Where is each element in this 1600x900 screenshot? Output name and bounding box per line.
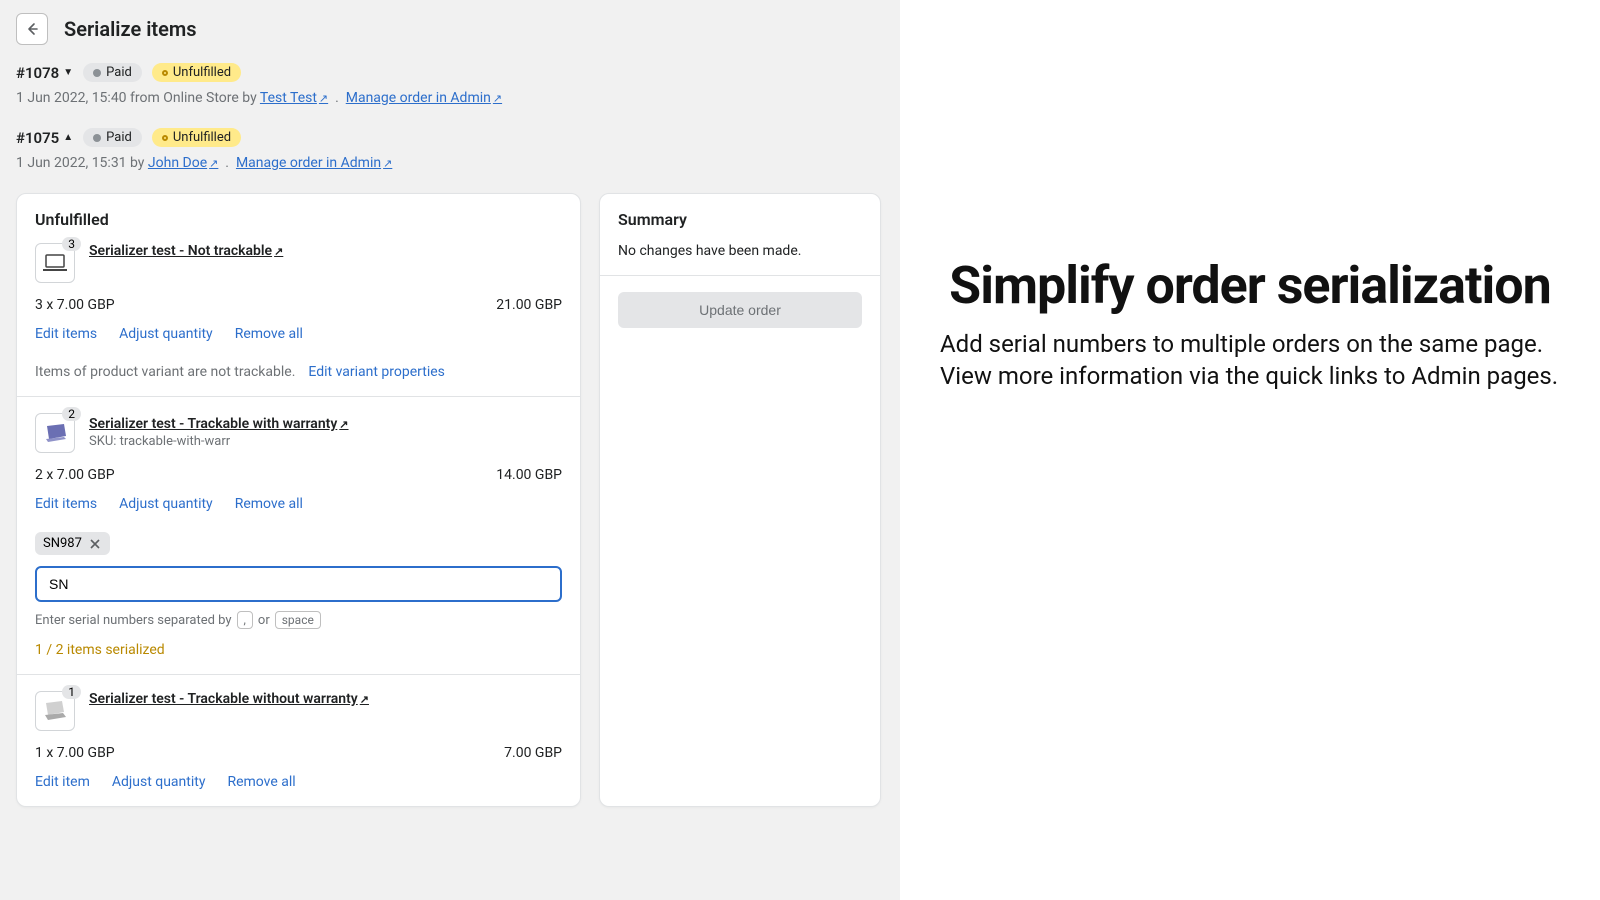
external-icon: ↗ <box>319 92 328 105</box>
close-icon <box>90 539 100 549</box>
marketing-panel: Simplify order serialization Add serial … <box>900 0 1600 900</box>
price-row: 3 x 7.00 GBP 21.00 GBP <box>35 297 562 313</box>
laptop-icon <box>42 422 68 444</box>
edit-items-button[interactable]: Edit items <box>35 326 97 342</box>
unit-price: 3 x 7.00 GBP <box>35 297 115 313</box>
price-row: 1 x 7.00 GBP 7.00 GBP <box>35 745 562 761</box>
line-item: Unfulfilled 3 Serializer test - Not trac… <box>17 194 580 396</box>
order-meta: 1 Jun 2022, 15:40 from Online Store by T… <box>16 90 884 106</box>
qty-badge: 2 <box>62 407 81 421</box>
price-row: 2 x 7.00 GBP 14.00 GBP <box>35 467 562 483</box>
marketing-subtext: Add serial numbers to multiple orders on… <box>940 328 1560 393</box>
not-trackable-note: Items of product variant are not trackab… <box>35 364 295 380</box>
product-title-link[interactable]: Serializer test - Not trackable↗ <box>89 243 283 259</box>
card-title: Unfulfilled <box>35 210 562 229</box>
order-number: #1078 ▼ <box>16 64 73 82</box>
unit-price: 1 x 7.00 GBP <box>35 745 115 761</box>
line-item: 1 Serializer test - Trackable without wa… <box>17 674 580 806</box>
external-icon: ↗ <box>274 245 283 258</box>
line-item: 2 Serializer test - Trackable with warra… <box>17 396 580 674</box>
remove-tag-button[interactable] <box>88 537 102 551</box>
adjust-quantity-button[interactable]: Adjust quantity <box>119 326 213 342</box>
product-thumbnail[interactable]: 1 <box>35 691 75 731</box>
external-icon: ↗ <box>339 418 348 431</box>
remove-all-button[interactable]: Remove all <box>235 326 303 342</box>
summary-card: Summary No changes have been made. Updat… <box>599 193 881 807</box>
marketing-headline: Simplify order serialization <box>940 260 1560 312</box>
status-badge-paid: Paid <box>83 128 142 147</box>
external-icon: ↗ <box>383 157 392 170</box>
remove-all-button[interactable]: Remove all <box>235 496 303 512</box>
summary-title: Summary <box>618 210 862 229</box>
edit-item-button[interactable]: Edit item <box>35 774 90 790</box>
dot-icon <box>162 70 168 76</box>
dot-icon <box>93 69 101 77</box>
divider <box>600 275 880 276</box>
app-panel: Serialize items #1078 ▼ Paid Unfulfilled… <box>0 0 900 900</box>
manage-order-link[interactable]: Manage order in Admin↗ <box>236 155 392 171</box>
product-title-link[interactable]: Serializer test - Trackable without warr… <box>89 691 369 707</box>
kbd-comma: , <box>237 611 253 629</box>
edit-items-button[interactable]: Edit items <box>35 496 97 512</box>
chevron-up-icon: ▲ <box>63 132 73 143</box>
serial-hint: Enter serial numbers separated by , or s… <box>35 611 562 629</box>
serial-number-input[interactable] <box>35 566 562 602</box>
serialized-count: 1 / 2 items serialized <box>35 642 562 658</box>
product-title-link[interactable]: Serializer test - Trackable with warrant… <box>89 416 349 432</box>
sku-label: SKU: trackable-with-warr <box>89 434 349 449</box>
line-total: 14.00 GBP <box>496 467 562 483</box>
qty-badge: 3 <box>62 237 81 251</box>
dot-icon <box>162 135 168 141</box>
line-total: 21.00 GBP <box>496 297 562 313</box>
author-link[interactable]: Test Test↗ <box>260 90 328 106</box>
status-badge-unfulfilled: Unfulfilled <box>152 128 241 147</box>
author-link[interactable]: John Doe↗ <box>148 155 218 171</box>
chevron-down-icon: ▼ <box>63 67 73 78</box>
order-header-1075[interactable]: #1075 ▲ Paid Unfulfilled <box>16 128 884 147</box>
order-meta: 1 Jun 2022, 15:31 by John Doe↗ . Manage … <box>16 155 884 171</box>
product-thumbnail[interactable]: 3 <box>35 243 75 283</box>
back-button[interactable] <box>16 13 48 45</box>
page-header: Serialize items <box>16 13 884 45</box>
kbd-space: space <box>275 611 321 629</box>
status-badge-unfulfilled: Unfulfilled <box>152 63 241 82</box>
page-title: Serialize items <box>64 17 197 41</box>
remove-all-button[interactable]: Remove all <box>227 774 295 790</box>
laptop-icon <box>42 253 68 273</box>
adjust-quantity-button[interactable]: Adjust quantity <box>119 496 213 512</box>
external-icon: ↗ <box>360 693 369 706</box>
external-icon: ↗ <box>209 157 218 170</box>
dot-icon <box>93 134 101 142</box>
unit-price: 2 x 7.00 GBP <box>35 467 115 483</box>
qty-badge: 1 <box>62 685 81 699</box>
product-thumbnail[interactable]: 2 <box>35 413 75 453</box>
arrow-left-icon <box>24 21 40 37</box>
adjust-quantity-button[interactable]: Adjust quantity <box>112 774 206 790</box>
order-content: Unfulfilled 3 Serializer test - Not trac… <box>16 193 884 807</box>
update-order-button[interactable]: Update order <box>618 292 862 328</box>
order-number: #1075 ▲ <box>16 129 73 147</box>
order-header-1078[interactable]: #1078 ▼ Paid Unfulfilled <box>16 63 884 82</box>
line-total: 7.00 GBP <box>504 745 562 761</box>
summary-message: No changes have been made. <box>618 243 862 275</box>
laptop-icon <box>42 700 68 722</box>
status-badge-paid: Paid <box>83 63 142 82</box>
serial-tag: SN987 <box>35 532 110 555</box>
manage-order-link[interactable]: Manage order in Admin↗ <box>346 90 502 106</box>
unfulfilled-card: Unfulfilled 3 Serializer test - Not trac… <box>16 193 581 807</box>
edit-variant-link[interactable]: Edit variant properties <box>308 364 444 380</box>
external-icon: ↗ <box>493 92 502 105</box>
